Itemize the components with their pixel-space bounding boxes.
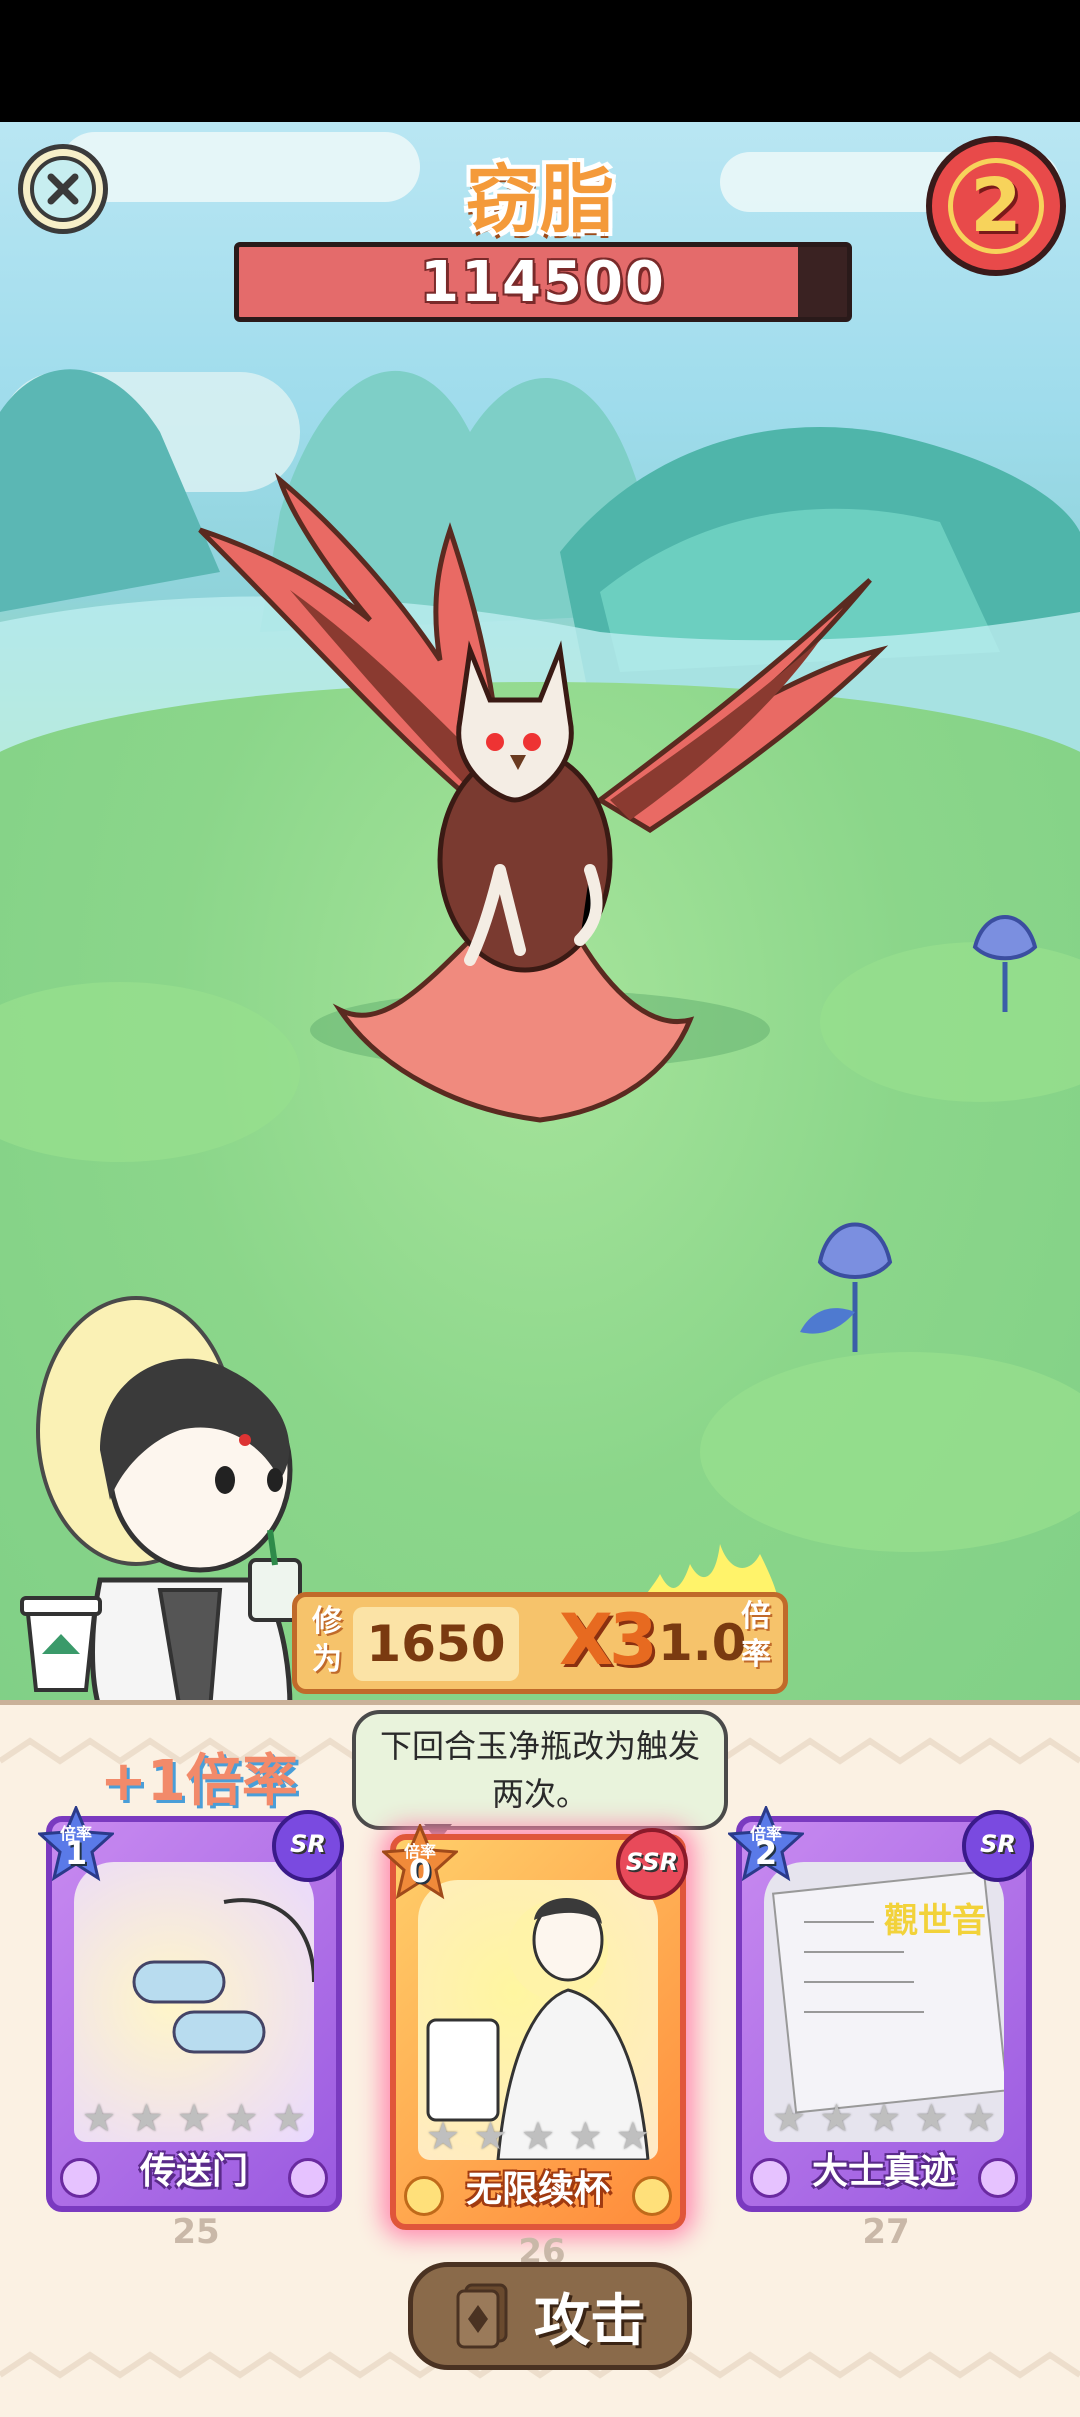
rate-value: 1.0	[658, 1614, 747, 1672]
cultivation-label: 修为	[312, 1604, 342, 1677]
card-name: 无限续杯	[465, 2169, 610, 2210]
status-bar	[0, 0, 1080, 122]
attack-button[interactable]: 攻击	[408, 2262, 692, 2370]
rarity-badge: SR	[958, 1806, 1038, 1886]
round-number: 2	[970, 163, 1022, 249]
rarity-badge: SSR	[612, 1824, 692, 1904]
boss-hp-bar: 114500	[234, 242, 852, 322]
boss-hp-value: 114500	[420, 249, 666, 315]
boss-name: 窃脂	[466, 157, 614, 243]
card-number: 25	[172, 2212, 220, 2252]
multiplier-text: X3	[559, 1599, 658, 1681]
round-counter: 2	[926, 136, 1066, 276]
cultivation-value: 1650	[353, 1607, 519, 1681]
bonus-rate-text: +1倍率	[100, 1749, 298, 1814]
attack-label: 攻击	[534, 2288, 646, 2354]
card-tooltip: 下回合玉净瓶改为触发两次。	[352, 1710, 728, 1830]
card-name: 传送门	[139, 2151, 248, 2192]
rate-star-badge: 倍率 2	[726, 1804, 806, 1882]
card-stars: ★ ★ ★ ★ ★	[82, 2096, 306, 2140]
cup-icon	[20, 1596, 102, 1692]
card-art-text: 觀世音	[884, 1901, 986, 1941]
card-teleport-gate[interactable]: 倍率 1 SR ★ ★ ★ ★ ★ 传送门	[36, 1804, 344, 2212]
card-bodhisattva-script[interactable]: 觀世音 倍率 2 SR ★ ★ ★ ★ ★ 大士真迹	[726, 1804, 1034, 2212]
card-stars: ★ ★ ★ ★ ★	[772, 2096, 996, 2140]
card-icon	[456, 2283, 508, 2349]
boss-owl-sprite[interactable]	[180, 470, 900, 1170]
card-name: 大士真迹	[811, 2151, 956, 2192]
card-number: 27	[862, 2212, 910, 2252]
close-x-icon	[30, 156, 96, 222]
rate-star-badge: 倍率 1	[36, 1804, 116, 1882]
close-button[interactable]	[18, 144, 108, 234]
cup-button[interactable]	[18, 1594, 104, 1694]
card-stars: ★ ★ ★ ★ ★	[426, 2114, 650, 2158]
card-infinite-refill[interactable]: 倍率 0 SSR ★ ★ ★ ★ ★ 无限续杯	[380, 1822, 688, 2230]
rarity-badge: SR	[268, 1806, 348, 1886]
rate-label: 倍率	[741, 1599, 771, 1672]
rate-star-badge: 倍率 0	[380, 1822, 460, 1900]
